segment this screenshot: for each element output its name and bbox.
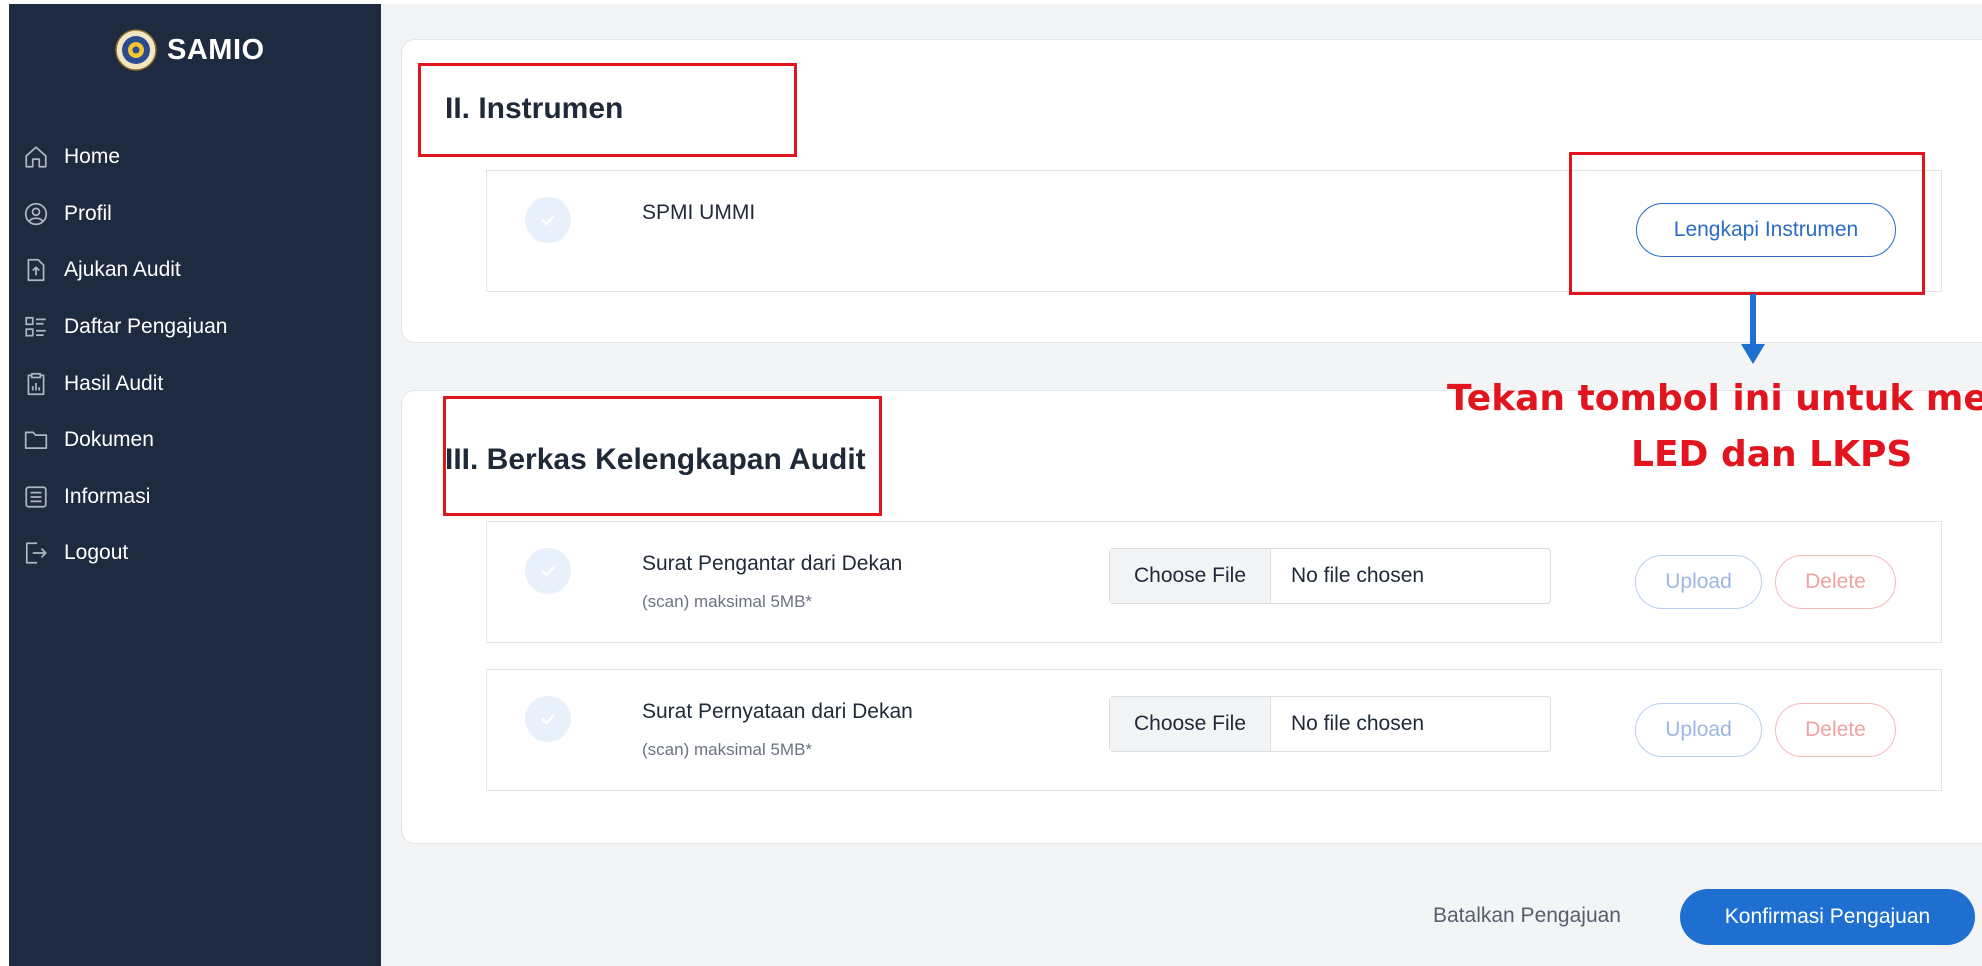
file-input: Choose File No file chosen — [1109, 696, 1551, 752]
sidebar-item-label: Profil — [64, 201, 112, 225]
sidebar-item-label: Home — [64, 145, 121, 169]
app-logo[interactable]: SAMIO — [114, 28, 265, 72]
list-icon — [25, 317, 46, 337]
highlight-box-lengkapi-button — [1569, 152, 1925, 295]
instrumen-name: SPMI UMMI — [642, 201, 756, 224]
status-check — [525, 197, 571, 243]
file-upload-icon — [27, 259, 45, 282]
university-emblem-icon — [115, 29, 157, 71]
sidebar-item-label: Informasi — [64, 484, 151, 508]
highlight-box-berkas-title — [443, 396, 882, 516]
home-icon — [25, 146, 47, 168]
status-check — [525, 548, 571, 594]
sidebar-nav: Home Profil Ajukan Audit Daftar Pengajua… — [23, 129, 227, 582]
berkas-subtitle: (scan) maksimal 5MB* — [642, 740, 813, 759]
sidebar-item-ajukan-audit[interactable]: Ajukan Audit — [23, 242, 227, 299]
check-icon — [541, 566, 555, 577]
sidebar-item-daftar-pengajuan[interactable]: Daftar Pengajuan — [23, 299, 227, 356]
main-content: II. Instrumen SPMI UMMI Lengkapi Instrum… — [381, 4, 1982, 966]
status-check — [525, 696, 571, 742]
clipboard-chart-icon — [27, 372, 45, 395]
cancel-submission-link[interactable]: Batalkan Pengajuan — [1433, 904, 1621, 928]
sidebar-item-label: Logout — [64, 541, 129, 565]
choose-file-button[interactable]: Choose File — [1110, 697, 1271, 751]
file-status: No file chosen — [1291, 564, 1425, 587]
logout-icon — [25, 542, 47, 565]
delete-button[interactable]: Delete — [1775, 555, 1896, 609]
berkas-title: Surat Pernyataan dari Dekan — [642, 700, 913, 723]
sidebar-item-logout[interactable]: Logout — [23, 525, 227, 582]
annotation-arrow-icon — [1741, 294, 1765, 364]
berkas-row: Surat Pernyataan dari Dekan (scan) maksi… — [486, 669, 1942, 791]
sidebar-item-hasil-audit[interactable]: Hasil Audit — [23, 355, 227, 412]
folder-icon — [24, 431, 48, 450]
berkas-row: Surat Pengantar dari Dekan (scan) maksim… — [486, 521, 1942, 643]
file-status: No file chosen — [1291, 712, 1425, 735]
upload-button[interactable]: Upload — [1635, 555, 1762, 609]
sidebar-item-dokumen[interactable]: Dokumen — [23, 412, 227, 469]
user-circle-icon — [24, 202, 48, 226]
file-input: Choose File No file chosen — [1109, 548, 1551, 604]
sidebar-item-label: Dokumen — [64, 428, 154, 452]
sidebar: SAMIO Home Profil Ajukan Audit Daftar Pe… — [9, 4, 381, 966]
check-icon — [541, 215, 555, 226]
sidebar-item-label: Hasil Audit — [64, 371, 164, 395]
highlight-box-instrumen-title — [418, 63, 797, 157]
berkas-subtitle: (scan) maksimal 5MB* — [642, 592, 813, 611]
sidebar-item-label: Ajukan Audit — [64, 258, 181, 282]
upload-button[interactable]: Upload — [1635, 703, 1762, 757]
sidebar-item-home[interactable]: Home — [23, 129, 227, 186]
app-name: SAMIO — [167, 33, 265, 66]
sidebar-item-profil[interactable]: Profil — [23, 186, 227, 243]
check-icon — [541, 714, 555, 725]
berkas-title: Surat Pengantar dari Dekan — [642, 552, 903, 575]
choose-file-button[interactable]: Choose File — [1110, 549, 1271, 603]
annotation-text-line1: Tekan tombol ini untuk me — [1447, 378, 1982, 419]
sidebar-item-informasi[interactable]: Informasi — [23, 469, 227, 526]
annotation-text-line2: LED dan LKPS — [1631, 434, 1913, 475]
document-lines-icon — [25, 486, 47, 508]
confirm-submission-button[interactable]: Konfirmasi Pengajuan — [1680, 889, 1975, 945]
sidebar-item-label: Daftar Pengajuan — [64, 315, 228, 339]
delete-button[interactable]: Delete — [1775, 703, 1896, 757]
